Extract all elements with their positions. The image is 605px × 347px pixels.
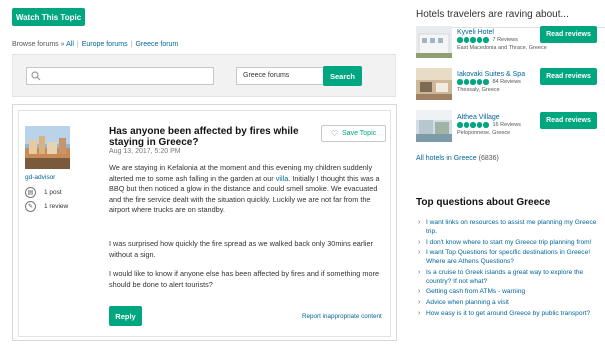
list-item[interactable]: › Getting cash from ATMs - warning <box>418 287 603 296</box>
list-item[interactable]: › Is a cruise to Greek islands a great wa… <box>418 268 603 286</box>
post-content-box: gd-advisor ▤ 1 post ✎ 1 review Has anyon… <box>18 110 391 337</box>
question-link[interactable]: How easy is it to get around Greece by p… <box>426 310 590 317</box>
breadcrumb-chevron: » <box>60 41 65 48</box>
avatar[interactable] <box>25 126 70 169</box>
post-title: Has anyone been affected by fires while … <box>109 126 299 148</box>
rating-bubble <box>463 37 469 43</box>
breadcrumb-europe-link[interactable]: Europe forums <box>82 41 128 48</box>
hotel-thumbnail[interactable] <box>416 26 452 58</box>
breadcrumb-prefix: Browse forums <box>12 41 59 48</box>
read-reviews-button[interactable]: Read reviews <box>540 26 597 43</box>
rating-bubble <box>457 79 463 85</box>
top-questions-title: Top questions about Greece <box>416 197 551 208</box>
all-hotels-label: All hotels in Greece <box>416 155 477 162</box>
breadcrumb-greece-link[interactable]: Greece forum <box>135 41 178 48</box>
all-hotels-link[interactable]: All hotels in Greece (6836) <box>416 155 499 162</box>
breadcrumb: Browse forums » All | Europe forums | Greece… <box>12 41 179 48</box>
list-item[interactable]: › How easy is it to get around Greece by … <box>418 309 603 318</box>
rating-bubbles: 16 Reviews <box>457 122 521 128</box>
author-review-count: ✎ 1 review <box>25 201 68 212</box>
save-topic-button[interactable]: ♡ Save Topic <box>321 125 386 142</box>
question-link[interactable]: I don't know where to start my Greece tr… <box>426 239 591 246</box>
forum-post: gd-advisor ▤ 1 post ✎ 1 review Has anyon… <box>12 104 397 341</box>
hotels-section-title: Hotels travelers are raving about... <box>416 9 569 20</box>
chevron-right-icon: › <box>418 238 421 246</box>
rating-bubbles: 7 Reviews <box>457 37 518 43</box>
hotel-name-link[interactable]: Iakovaki Suites & Spa <box>457 71 525 78</box>
save-topic-label: Save Topic <box>342 130 377 137</box>
chevron-right-icon: › <box>418 298 421 306</box>
author-post-count: ▤ 1 post <box>25 187 62 198</box>
report-content-link[interactable]: Report inappropriate content <box>302 313 382 320</box>
rating-bubble <box>457 37 463 43</box>
rating-bubble <box>463 79 469 85</box>
chat-bubble-icon: ▤ <box>25 187 36 198</box>
hotel-name-link[interactable]: Kyveli Hotel <box>457 29 494 36</box>
rating-bubble <box>483 79 489 85</box>
hotel-location: East Macedonia and Thrace, Greece <box>457 45 547 51</box>
top-questions-list: › I want links on resources to assist me … <box>418 218 603 319</box>
post-date: Aug 13, 2017, 5:20 PM <box>109 148 181 155</box>
post-paragraph-2: I was surprised how quickly the fire spr… <box>109 239 374 259</box>
rating-bubble <box>476 79 482 85</box>
hotel-location: Peloponnese, Greece <box>457 130 511 136</box>
read-reviews-button[interactable]: Read reviews <box>540 68 597 85</box>
all-hotels-count: (6836) <box>478 155 499 162</box>
post-author-username[interactable]: gd-advisor <box>25 174 55 181</box>
reply-button[interactable]: Reply <box>109 306 142 326</box>
hotel-thumbnail[interactable] <box>416 68 452 100</box>
rating-bubble <box>470 122 476 128</box>
heart-icon: ♡ <box>330 129 339 138</box>
watch-topic-button[interactable]: Watch This Topic <box>12 8 85 26</box>
review-count-text: 1 review <box>44 203 69 210</box>
post-paragraph-1: We are staying in Kefalonia at the momen… <box>109 163 389 216</box>
search-icon <box>31 71 41 81</box>
list-item[interactable]: › Advice when planning a visit <box>418 298 603 307</box>
villa-link[interactable]: villa <box>276 174 289 183</box>
rating-bubble <box>476 37 482 43</box>
question-link[interactable]: I want links on resources to assist me p… <box>426 219 596 235</box>
forum-scope-value: Greece forums <box>243 72 290 79</box>
list-item[interactable]: › I want links on resources to assist me … <box>418 218 603 236</box>
post-paragraph-3: I would like to know if anyone else has … <box>109 269 380 289</box>
rating-bubble <box>483 37 489 43</box>
search-panel: Greece forums ▾ Search <box>12 54 396 97</box>
forum-scope-select[interactable]: Greece forums ▾ <box>236 67 333 85</box>
hotel-review-count[interactable]: 84 Reviews <box>493 79 521 85</box>
list-item[interactable]: › I want Top Questions for specific desti… <box>418 248 603 266</box>
rating-bubble <box>457 122 463 128</box>
rating-bubbles: 84 Reviews <box>457 79 521 85</box>
hotel-review-count[interactable]: 7 Reviews <box>493 37 518 43</box>
list-item[interactable]: › I don't know where to start my Greece t… <box>418 238 603 247</box>
hotel-name-link[interactable]: Althea Village <box>457 114 500 121</box>
chevron-right-icon: › <box>418 309 421 317</box>
question-link[interactable]: Is a cruise to Greek islands a great way… <box>426 269 583 285</box>
question-link[interactable]: Advice when planning a visit <box>426 299 509 306</box>
search-button[interactable]: Search <box>323 66 362 86</box>
question-link[interactable]: I want Top Questions for specific destin… <box>426 249 590 265</box>
pencil-icon: ✎ <box>25 201 36 212</box>
chevron-right-icon: › <box>418 219 421 226</box>
question-link[interactable]: Getting cash from ATMs - warning <box>426 288 525 295</box>
search-input[interactable] <box>26 67 214 85</box>
chevron-right-icon: › <box>418 288 421 296</box>
rating-bubble <box>470 79 476 85</box>
post-count-text: 1 post <box>44 189 62 196</box>
hotel-location: Thessaly, Greece <box>457 87 500 93</box>
chevron-right-icon: › <box>418 268 421 276</box>
chevron-right-icon: › <box>418 249 421 257</box>
breadcrumb-all-link[interactable]: All <box>66 41 74 48</box>
rating-bubble <box>470 37 476 43</box>
rating-bubble <box>483 122 489 128</box>
read-reviews-button[interactable]: Read reviews <box>540 112 597 129</box>
hotel-thumbnail[interactable] <box>416 110 452 142</box>
rating-bubble <box>476 122 482 128</box>
rating-bubble <box>463 122 469 128</box>
hotel-review-count[interactable]: 16 Reviews <box>493 122 521 128</box>
